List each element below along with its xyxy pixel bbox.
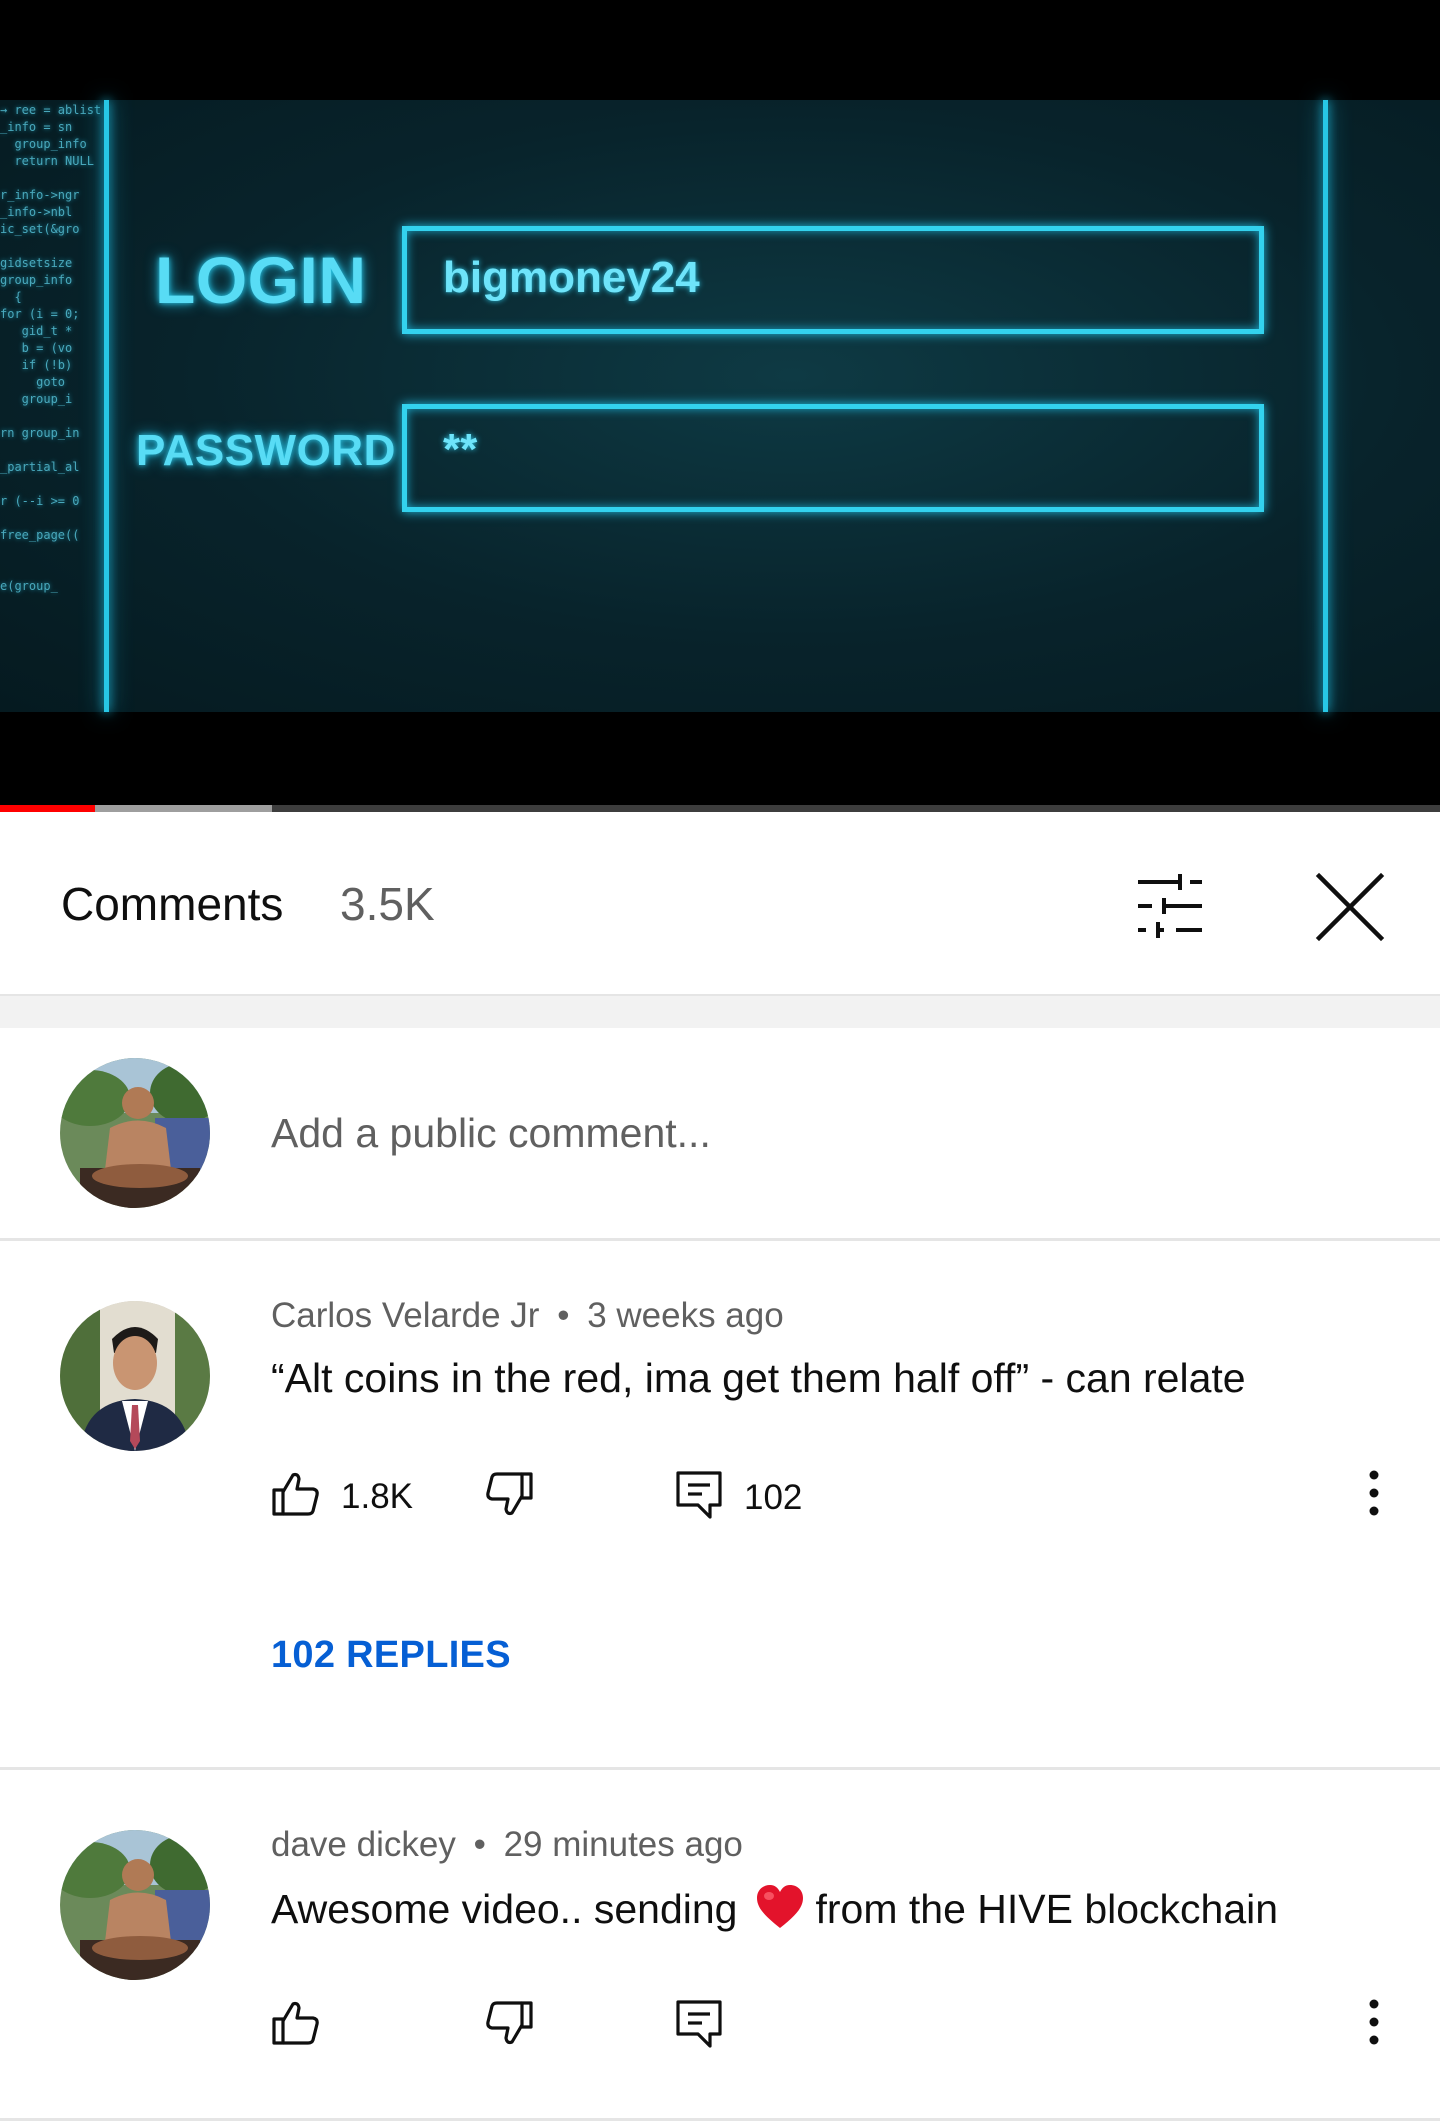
reply-comment-icon xyxy=(674,1469,724,1526)
password-value: ** xyxy=(443,425,478,474)
more-vert-icon xyxy=(1354,1469,1394,1524)
code-line: gid_t * xyxy=(0,324,73,338)
like-button[interactable] xyxy=(271,1998,321,2053)
comment-item: dave dickey • 29 minutes ago Awesome vid… xyxy=(0,1770,1440,2128)
code-line: return NULL xyxy=(0,154,94,168)
comment-item: Carlos Velarde Jr • 3 weeks ago “Alt coi… xyxy=(0,1241,1440,1767)
comments-title: Comments xyxy=(61,878,284,930)
video-player[interactable]: → ree = ablist _info = sn group_info retu… xyxy=(0,0,1440,812)
comment-meta: dave dickey • 29 minutes ago xyxy=(271,1825,743,1865)
code-background: → ree = ablist _info = sn group_info retu… xyxy=(0,100,104,714)
code-line: → ree = ablist xyxy=(0,103,102,117)
commenter-avatar[interactable] xyxy=(60,1830,210,1980)
more-options-button[interactable] xyxy=(1354,1469,1394,1524)
comment-text: Awesome video.. sending from the HIVE blo… xyxy=(271,1884,1278,1940)
reply-button[interactable] xyxy=(674,1998,724,2055)
code-line: free_page(( xyxy=(0,528,80,542)
meta-separator: • xyxy=(557,1296,570,1335)
like-count: 1.8K xyxy=(341,1476,413,1516)
reply-count: 102 xyxy=(744,1477,803,1517)
add-comment-input[interactable]: Add a public comment... xyxy=(271,1110,711,1157)
close-icon[interactable] xyxy=(1305,862,1395,952)
more-vert-icon xyxy=(1354,1998,1394,2053)
comment-author[interactable]: Carlos Velarde Jr xyxy=(271,1296,539,1335)
code-line: { xyxy=(0,290,22,304)
comment-time: 3 weeks ago xyxy=(587,1296,784,1335)
code-line: _partial_al xyxy=(0,460,80,474)
meta-separator: • xyxy=(473,1825,486,1864)
video-progress-bar[interactable] xyxy=(0,805,1440,812)
code-line: for (i = 0; xyxy=(0,307,80,321)
more-options-button[interactable] xyxy=(1354,1998,1394,2053)
commenter-avatar[interactable] xyxy=(60,1301,210,1451)
code-line: _info = sn xyxy=(0,120,73,134)
comment-text-part: from the HIVE blockchain xyxy=(815,1885,1279,1932)
comment-meta: Carlos Velarde Jr • 3 weeks ago xyxy=(271,1296,784,1336)
view-replies-button[interactable]: 102 REPLIES xyxy=(271,1634,511,1677)
password-field: ** xyxy=(402,404,1264,512)
code-line: group_info xyxy=(0,273,73,287)
code-line: group_info xyxy=(0,137,87,151)
reply-button[interactable]: 102 xyxy=(674,1469,802,1526)
comment-author[interactable]: dave dickey xyxy=(271,1825,456,1864)
code-line: b = (vo xyxy=(0,341,73,355)
dislike-button[interactable] xyxy=(484,1998,534,2053)
comment-divider xyxy=(0,2118,1440,2121)
code-line: _info->nbl xyxy=(0,205,73,219)
header-separator xyxy=(0,996,1440,1028)
code-line: e(group_ xyxy=(0,579,58,593)
thumbs-up-icon xyxy=(271,1998,321,2053)
code-line: group_i xyxy=(0,392,73,406)
comment-text: “Alt coins in the red, ima get them half… xyxy=(271,1355,1246,1401)
user-avatar xyxy=(60,1058,210,1208)
reply-comment-icon xyxy=(674,1998,724,2055)
code-line: r_info->ngr xyxy=(0,188,80,202)
comments-count: 3.5K xyxy=(340,878,435,930)
red-heart-icon xyxy=(755,1884,805,1940)
code-line: if (!b) xyxy=(0,358,73,372)
comments-header: Comments 3.5K xyxy=(0,812,1440,996)
neon-left-line xyxy=(104,100,109,712)
comment-text-part: Awesome video.. sending xyxy=(271,1885,738,1932)
dislike-button[interactable] xyxy=(484,1469,534,1524)
progress-played xyxy=(0,805,96,812)
login-label: LOGIN xyxy=(155,243,367,317)
password-label: PASSWORD xyxy=(136,426,396,475)
login-field: bigmoney24 xyxy=(402,226,1264,334)
code-line: goto xyxy=(0,375,66,389)
login-value: bigmoney24 xyxy=(443,253,700,302)
thumbs-down-icon xyxy=(484,1998,534,2053)
code-line: ic_set(&gro xyxy=(0,222,80,236)
code-line: rn group_in xyxy=(0,426,80,440)
like-button[interactable]: 1.8K xyxy=(271,1469,413,1524)
code-line: gidsetsize xyxy=(0,256,73,270)
code-line: r (--i >= 0 xyxy=(0,494,80,508)
neon-right-line xyxy=(1323,100,1328,712)
comment-time: 29 minutes ago xyxy=(503,1825,743,1864)
thumbs-up-icon xyxy=(271,1469,321,1524)
add-comment-row[interactable]: Add a public comment... xyxy=(0,1028,1440,1241)
sort-filter-icon[interactable] xyxy=(1125,862,1215,952)
thumbs-down-icon xyxy=(484,1469,534,1524)
video-frame: → ree = ablist _info = sn group_info retu… xyxy=(0,100,1440,712)
